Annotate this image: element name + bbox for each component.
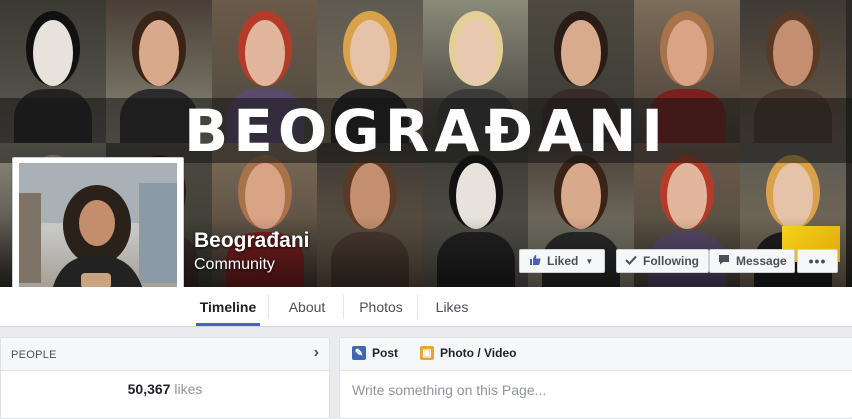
people-title: PEOPLE	[11, 349, 57, 361]
chevron-right-icon[interactable]: ›	[314, 344, 319, 362]
tab-about-label: About	[288, 299, 326, 315]
composer-post-tab[interactable]: ✎ Post	[352, 346, 398, 360]
pencil-icon: ✎	[352, 346, 366, 360]
page-likes-summary: 50,367 likes	[1, 381, 329, 397]
active-tab-indicator	[196, 323, 260, 326]
profile-picture[interactable]	[19, 163, 177, 307]
tab-divider	[343, 295, 344, 319]
tab-likes[interactable]: Likes	[424, 287, 480, 326]
tab-likes-label: Likes	[435, 299, 469, 315]
tab-divider	[268, 295, 269, 319]
message-button[interactable]: Message	[709, 249, 795, 273]
page-category: Community	[194, 256, 275, 273]
profile-portrait-image	[19, 163, 177, 307]
tab-photos[interactable]: Photos	[350, 287, 412, 326]
more-icon: •••	[808, 253, 827, 269]
tab-photos-label: Photos	[359, 299, 403, 315]
composer-header: ✎ Post ▣ Photo / Video	[340, 338, 852, 371]
composer-input[interactable]	[352, 382, 832, 398]
tab-timeline-label: Timeline	[199, 299, 257, 315]
photo-icon: ▣	[420, 346, 434, 360]
post-label: Post	[372, 346, 399, 360]
tab-divider	[417, 295, 418, 319]
following-label: Following	[643, 254, 699, 268]
tab-timeline[interactable]: Timeline	[196, 287, 260, 326]
liked-button[interactable]: Liked ▼	[519, 249, 605, 273]
likes-label: likes	[174, 381, 203, 397]
page-name[interactable]: Beograđani	[194, 229, 310, 253]
message-icon	[718, 254, 730, 268]
people-panel: PEOPLE › 50,367 likes	[0, 337, 330, 419]
post-composer: ✎ Post ▣ Photo / Video	[339, 337, 852, 419]
tab-about[interactable]: About	[276, 287, 338, 326]
liked-label: Liked	[547, 254, 579, 268]
message-label: Message	[736, 254, 787, 268]
page-tab-bar: Timeline About Photos Likes	[0, 287, 852, 327]
chevron-down-icon: ▼	[585, 256, 594, 266]
likes-count: 50,367	[127, 381, 171, 397]
composer-photo-video-tab[interactable]: ▣ Photo / Video	[420, 346, 516, 360]
more-options-button[interactable]: •••	[797, 249, 838, 273]
check-icon	[625, 255, 637, 268]
thumbs-up-icon	[529, 254, 541, 269]
photo-video-label: Photo / Video	[440, 346, 517, 360]
people-header[interactable]: PEOPLE ›	[1, 338, 329, 371]
following-button[interactable]: Following	[616, 249, 709, 273]
